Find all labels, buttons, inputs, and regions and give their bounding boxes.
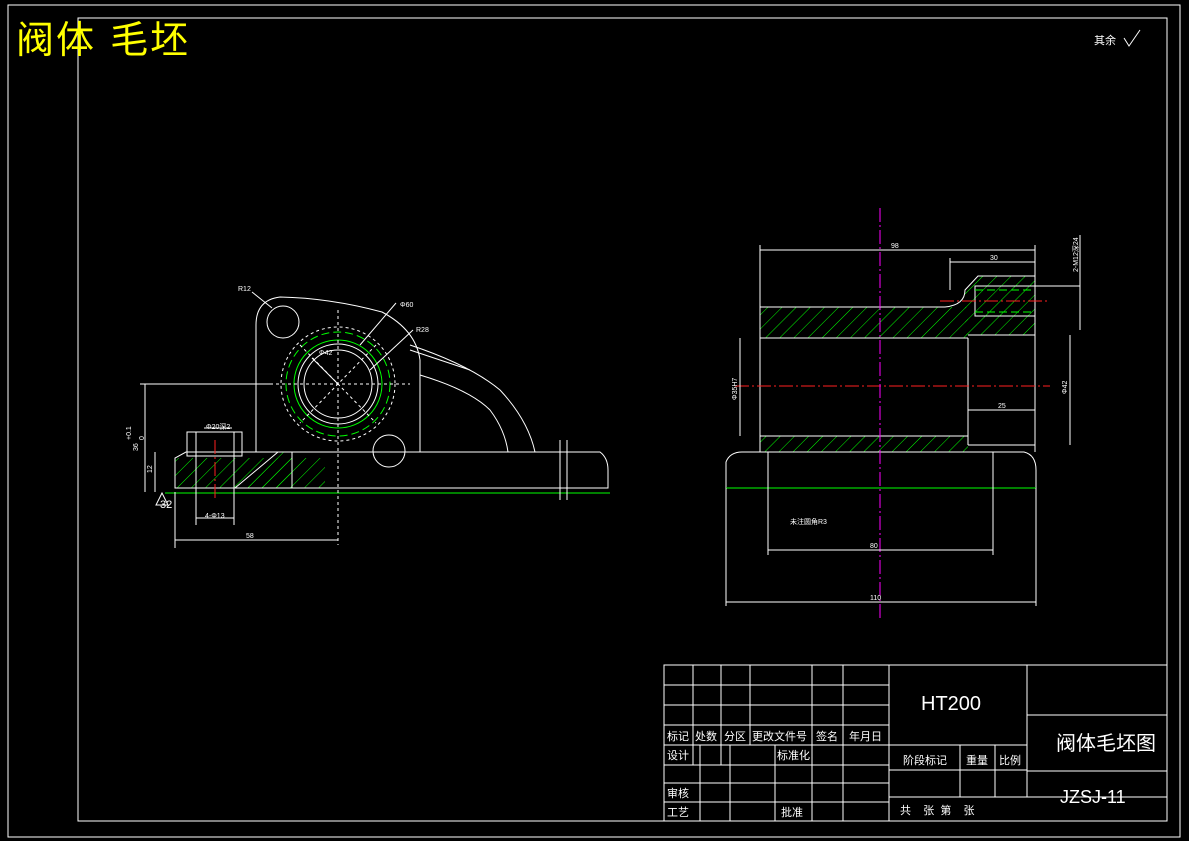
drawing-sheet: 其余 R12 Φ60 R28 Φ42 Φ20深2 4-Φ13 36 +0.1 0… <box>7 4 1181 838</box>
dim-110: 110 <box>870 595 881 602</box>
stage-mark-label: 阶段标记 <box>903 753 947 767</box>
standardize-label: 标准化 <box>777 748 810 762</box>
dim-roughness: 32 <box>160 499 172 511</box>
dim-r28: R28 <box>416 327 429 334</box>
hdr-zone: 分区 <box>724 730 746 743</box>
review-label: 审核 <box>667 786 689 800</box>
phi42-leader <box>311 357 339 385</box>
process-label: 工艺 <box>667 806 689 819</box>
body-outline <box>255 296 421 452</box>
dim-thread: 2-M12深24 <box>1071 237 1080 272</box>
hdr-doc: 更改文件号 <box>752 729 807 743</box>
side-base-outline <box>725 451 1037 488</box>
side-view: 98 30 2-M12深24 Φ35H7 Φ42 25 80 110 未注圆角R… <box>725 208 1081 620</box>
outer-border <box>7 4 1181 838</box>
dim-12: 12 <box>147 465 154 473</box>
right-rib-outline <box>409 344 536 453</box>
dim-r12: R12 <box>238 286 251 293</box>
fillet-note: 未注圆角R3 <box>790 517 827 526</box>
dim-tol-lower: 0 <box>139 436 146 440</box>
upper-wall-hatch <box>760 307 968 338</box>
part-name: 阀体毛坯图 <box>1056 732 1156 755</box>
dim-36: 36 <box>133 443 140 451</box>
approve-label: 批准 <box>781 805 803 819</box>
right-rib-inner <box>419 374 509 453</box>
dim-58: 58 <box>246 533 254 540</box>
dim-tol-upper: +0.1 <box>126 426 133 440</box>
hdr-sign: 签名 <box>816 729 838 743</box>
dim-80: 80 <box>870 543 878 550</box>
dim-30: 30 <box>990 255 998 262</box>
roughness-note: 其余 <box>1094 29 1141 47</box>
sheet-count: 共 张 第 张 <box>900 803 975 817</box>
phi60-leader <box>359 302 397 346</box>
dim-25: 25 <box>998 403 1006 410</box>
hdr-count: 处数 <box>695 730 717 743</box>
roughness-check-icon <box>1123 29 1141 47</box>
dim-phi42: Φ42 <box>319 350 332 357</box>
front-view: R12 Φ60 R28 Φ42 Φ20深2 4-Φ13 36 +0.1 0 12… <box>126 286 610 548</box>
dim-boss: Φ20深2 <box>206 422 230 431</box>
inner-border <box>77 17 1168 822</box>
hdr-date: 年月日 <box>849 729 882 743</box>
lower-wall-hatch <box>760 436 968 452</box>
roughness-note-text: 其余 <box>1094 33 1116 47</box>
dim-98: 98 <box>891 243 899 250</box>
r28-leader-2 <box>409 349 471 371</box>
material: HT200 <box>921 693 981 715</box>
upper-bolt-hole <box>266 305 300 339</box>
drawing-number: JZSJ-11 <box>1060 787 1126 807</box>
dim-holes: 4-Φ13 <box>205 513 225 520</box>
scale-label: 比例 <box>999 753 1021 767</box>
title-block: HT200 阀体毛坯图 JZSJ-11 标记 处数 分区 更改文件号 签名 年月… <box>663 664 1168 822</box>
hdr-mark: 标记 <box>667 729 689 743</box>
dim-phi60: Φ60 <box>400 302 413 309</box>
dim-bore: Φ35H7 <box>732 378 739 400</box>
weight-label: 重量 <box>966 753 988 767</box>
design-label: 设计 <box>667 749 689 762</box>
lower-bolt-hole <box>372 434 406 468</box>
dim-side-phi42: Φ42 <box>1062 381 1069 394</box>
drawing-title: 阀体 毛坯 <box>16 18 191 62</box>
